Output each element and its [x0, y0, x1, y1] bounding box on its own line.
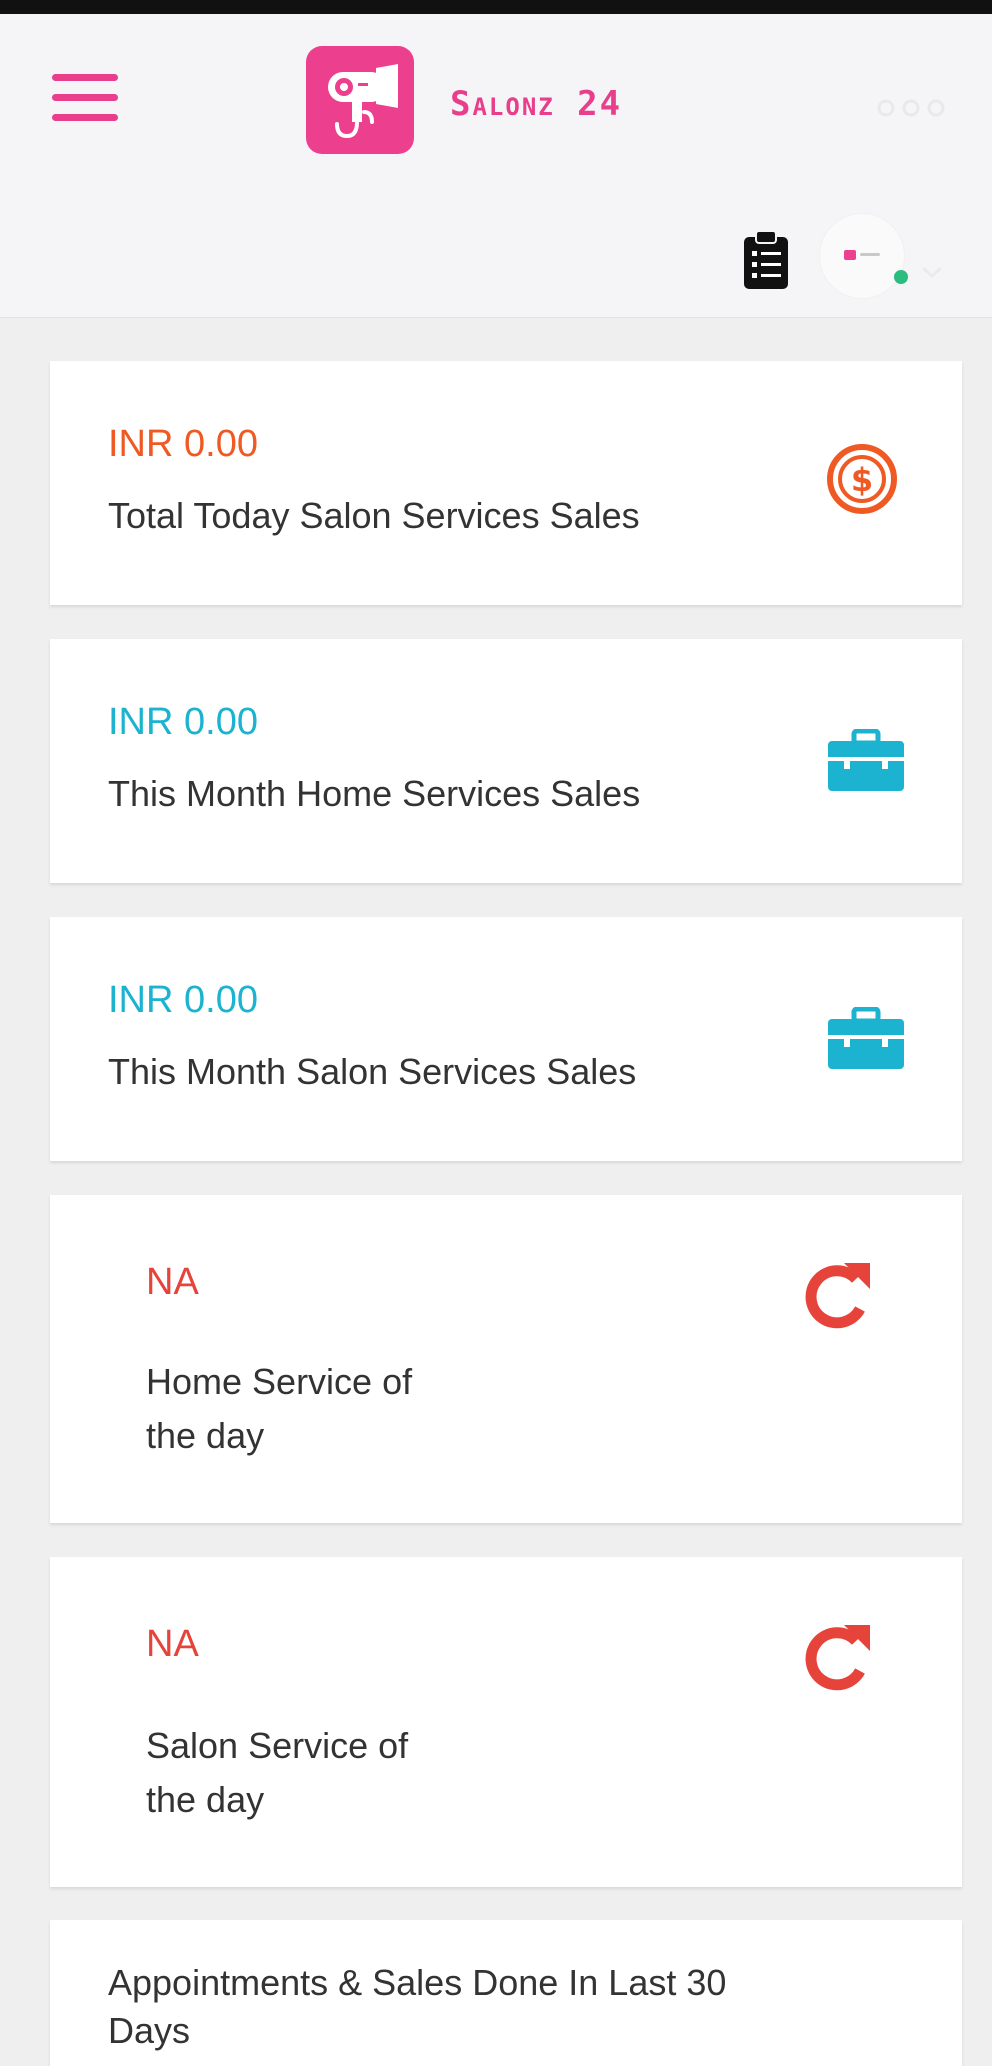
appointments-title-line1: Appointments & Sales Done In Last 30 — [108, 1962, 727, 2003]
app-header: Salonz 24 — [0, 14, 992, 318]
svg-text:$: $ — [851, 461, 873, 499]
month-home-sales-card: INR 0.00 This Month Home Services Sales — [50, 639, 962, 883]
sales-label: This Month Home Services Sales — [108, 773, 641, 814]
sales-label: Total Today Salon Services Sales — [108, 495, 640, 536]
service-value: NA — [146, 1623, 199, 1665]
refresh-icon[interactable] — [798, 1257, 874, 1337]
home-service-of-day-card: NA Home Service of the day — [50, 1195, 962, 1523]
sales-amount: INR 0.00 — [108, 423, 258, 465]
month-salon-sales-card: INR 0.00 This Month Salon Services Sales — [50, 917, 962, 1161]
service-label-line1: Salon Service of — [146, 1725, 409, 1766]
status-bar — [0, 0, 992, 14]
sales-amount: INR 0.00 — [108, 701, 258, 743]
sales-amount: INR 0.00 — [108, 979, 258, 1021]
service-value: NA — [146, 1261, 199, 1303]
user-avatar-menu[interactable] — [820, 214, 950, 298]
refresh-icon[interactable] — [798, 1619, 874, 1699]
dollar-circle-icon: $ — [826, 443, 898, 519]
avatar — [820, 214, 904, 298]
briefcase-icon — [826, 728, 906, 797]
service-label-line1: Home Service of — [146, 1361, 413, 1402]
chevron-down-icon — [920, 264, 944, 280]
appointments-title-line2: Days — [108, 2010, 191, 2051]
briefcase-icon — [826, 1006, 906, 1075]
brand-name: Salonz 24 — [450, 84, 623, 124]
service-label-line2: the day — [146, 1779, 265, 1820]
service-label-line2: the day — [146, 1415, 265, 1456]
more-dots-icon[interactable] — [876, 96, 946, 120]
sales-label: This Month Salon Services Sales — [108, 1051, 637, 1092]
hair-dryer-logo-icon — [306, 46, 414, 154]
clipboard-list-icon[interactable] — [742, 229, 790, 291]
hamburger-menu-icon[interactable] — [52, 70, 118, 126]
appointments-sales-card: Appointments & Sales Done In Last 30 Day… — [50, 1920, 962, 2066]
online-status-dot — [894, 270, 908, 284]
today-salon-sales-card: INR 0.00 Total Today Salon Services Sale… — [50, 361, 962, 605]
salon-service-of-day-card: NA Salon Service of the day — [50, 1557, 962, 1887]
